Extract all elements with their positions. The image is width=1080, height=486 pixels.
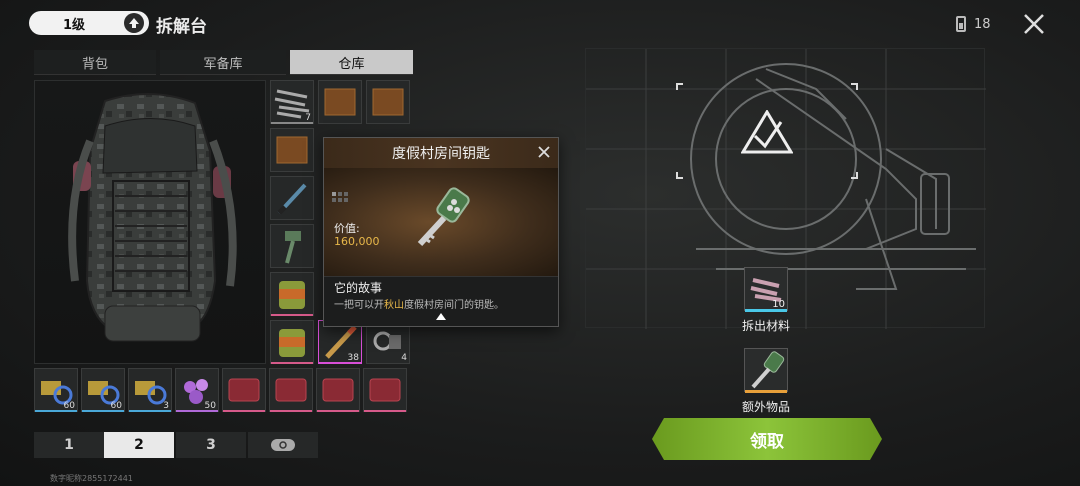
tab-armory[interactable]: 军备库 xyxy=(160,50,286,75)
player-id: 数字昵称2855172441 xyxy=(50,474,133,483)
inventory-slot[interactable] xyxy=(363,368,407,412)
caret-up-icon xyxy=(436,313,446,320)
battery-count: 18 xyxy=(974,17,991,32)
page-button-more[interactable] xyxy=(248,432,318,458)
item-value: 160,000 xyxy=(334,235,380,248)
story-text: 一把可以开秋山度假村房间门的钥匙。 xyxy=(334,296,504,311)
inventory-slot[interactable] xyxy=(318,80,362,124)
more-pages-icon xyxy=(271,439,295,451)
page-button-1[interactable]: 1 xyxy=(34,432,104,458)
key-icon xyxy=(417,187,470,247)
bottom-item-row: 60 60 3 50 xyxy=(34,368,414,414)
inventory-slot[interactable] xyxy=(270,128,314,172)
tab-warehouse[interactable]: 仓库 xyxy=(290,50,413,75)
item-preview xyxy=(34,80,266,364)
inventory-slot[interactable] xyxy=(269,368,313,412)
level-label: 1级 xyxy=(62,17,86,33)
page-button-2[interactable]: 2 xyxy=(104,432,174,458)
key-icon xyxy=(751,351,785,389)
checkmark-logo-icon xyxy=(741,110,793,154)
inventory-slot[interactable] xyxy=(270,176,314,220)
page-title: 拆解台 xyxy=(156,17,207,37)
tab-label: 背包 xyxy=(81,56,108,72)
inventory-slot[interactable]: 7 xyxy=(270,80,314,124)
item-count: 4 xyxy=(401,353,407,363)
claim-label: 领取 xyxy=(750,431,784,452)
value-label: 价值: xyxy=(334,222,360,235)
item-detail-popup: 度假村房间钥匙 价值: 160,000 它的故事 一把可以开秋山度假村房间门的钥… xyxy=(323,137,559,327)
tab-backpack[interactable]: 背包 xyxy=(34,50,156,75)
tab-label: 仓库 xyxy=(338,56,365,72)
grid-size-icon xyxy=(332,192,348,202)
story-suffix: 度假村房间门的钥匙。 xyxy=(404,300,504,311)
inventory-slot[interactable]: 60 xyxy=(81,368,125,412)
inventory-slot[interactable] xyxy=(270,272,314,316)
inventory-slot[interactable]: 3 xyxy=(128,368,172,412)
material-label: 拆出材料 xyxy=(741,319,790,333)
inventory-slot[interactable] xyxy=(270,224,314,268)
inventory-slot[interactable]: 60 xyxy=(34,368,78,412)
inventory-slot[interactable] xyxy=(316,368,360,412)
tab-label: 军备库 xyxy=(203,56,243,72)
popup-title: 度假村房间钥匙 xyxy=(392,146,490,162)
page-label: 2 xyxy=(134,437,144,453)
close-icon[interactable] xyxy=(1020,10,1048,38)
page-label: 1 xyxy=(64,437,74,453)
inventory-slot[interactable] xyxy=(270,320,314,364)
claim-button[interactable]: 领取 xyxy=(652,418,882,460)
inventory-slot[interactable]: 50 xyxy=(175,368,219,412)
inventory-slot[interactable] xyxy=(222,368,266,412)
backpack-image xyxy=(68,93,237,342)
popup-header: 度假村房间钥匙 xyxy=(324,138,558,168)
story-title: 它的故事 xyxy=(334,281,383,295)
inventory-slot[interactable] xyxy=(366,80,410,124)
extra-item-label: 额外物品 xyxy=(741,400,790,414)
divider xyxy=(324,276,558,277)
material-slot[interactable]: 10 xyxy=(744,267,788,312)
page-button-3[interactable]: 3 xyxy=(176,432,246,458)
battery-icon xyxy=(956,16,966,32)
extra-item-slot[interactable] xyxy=(744,348,788,393)
story-prefix: 一把可以开 xyxy=(334,300,384,311)
close-icon[interactable] xyxy=(536,144,552,160)
story-highlight: 秋山 xyxy=(384,300,404,311)
page-label: 3 xyxy=(206,437,216,453)
level-up-icon[interactable] xyxy=(124,13,144,33)
